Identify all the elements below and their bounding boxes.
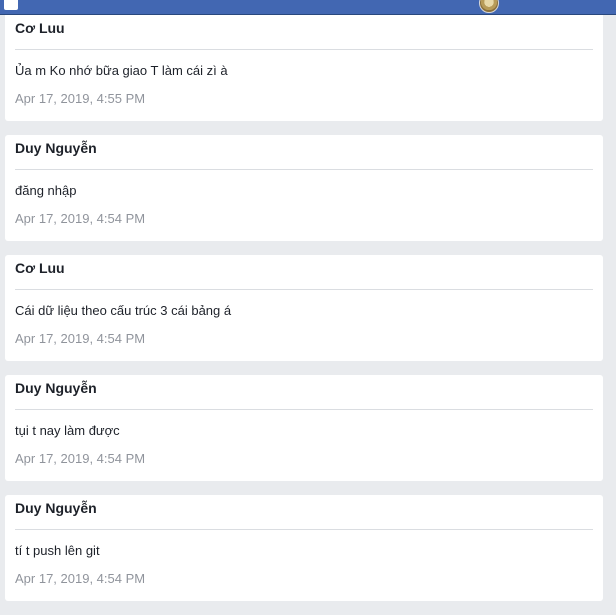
message-text: Ủa m Ko nhớ bữa giao T làm cái zì à — [15, 63, 228, 78]
message-author[interactable]: Cơ Luu — [15, 260, 65, 276]
message-card: Duy Nguyễn tụi t nay làm được Apr 17, 20… — [5, 375, 603, 481]
message-timestamp: Apr 17, 2019, 4:54 PM — [15, 331, 146, 346]
message-author[interactable]: Duy Nguyễn — [15, 380, 97, 396]
message-card: Duy Nguyễn tí t push lên git Apr 17, 201… — [5, 495, 603, 601]
top-navigation-bar — [0, 0, 616, 15]
message-text: tụi t nay làm được — [15, 423, 120, 438]
facebook-logo-icon[interactable] — [4, 0, 18, 10]
profile-avatar-icon[interactable] — [479, 0, 499, 13]
message-timestamp: Apr 17, 2019, 4:54 PM — [15, 211, 146, 226]
card-divider — [15, 49, 593, 50]
message-text: đăng nhập — [15, 183, 77, 198]
right-gutter — [607, 15, 616, 607]
message-card: Cơ Luu Ủa m Ko nhớ bữa giao T làm cái zì… — [5, 15, 603, 121]
message-text: Cái dữ liệu theo cấu trúc 3 cái bảng á — [15, 303, 232, 318]
message-text: tí t push lên git — [15, 543, 100, 558]
message-author[interactable]: Duy Nguyễn — [15, 140, 97, 156]
card-divider — [15, 409, 593, 410]
message-timestamp: Apr 17, 2019, 4:54 PM — [15, 571, 146, 586]
message-feed: Cơ Luu Ủa m Ko nhớ bữa giao T làm cái zì… — [5, 15, 603, 615]
card-divider — [15, 169, 593, 170]
message-card: Cơ Luu Cái dữ liệu theo cấu trúc 3 cái b… — [5, 255, 603, 361]
message-timestamp: Apr 17, 2019, 4:55 PM — [15, 91, 146, 106]
message-author[interactable]: Duy Nguyễn — [15, 500, 97, 516]
message-author[interactable]: Cơ Luu — [15, 20, 65, 36]
message-card: Duy Nguyễn đăng nhập Apr 17, 2019, 4:54 … — [5, 135, 603, 241]
card-divider — [15, 289, 593, 290]
card-divider — [15, 529, 593, 530]
message-timestamp: Apr 17, 2019, 4:54 PM — [15, 451, 146, 466]
